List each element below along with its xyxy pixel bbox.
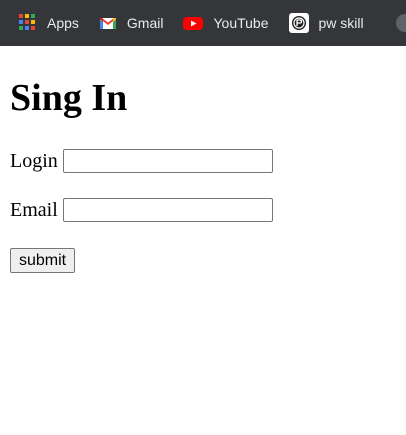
- overflow-bookmark-icon[interactable]: [396, 14, 406, 32]
- bookmark-apps[interactable]: Apps: [19, 9, 79, 37]
- apps-grid-icon: [19, 14, 37, 32]
- pw-skill-icon: [288, 13, 309, 33]
- page-content: Sing In Login Email submit: [0, 46, 406, 435]
- login-row: Login: [10, 148, 273, 174]
- email-input[interactable]: [62, 198, 273, 222]
- bookmarks-bar: Apps Gmail YouTube pw skill: [0, 0, 406, 46]
- email-row: Email: [10, 197, 273, 223]
- youtube-icon: [183, 14, 204, 32]
- bookmark-pw-skill[interactable]: pw skill: [288, 9, 364, 37]
- email-label: Email: [10, 199, 58, 221]
- page-title: Sing In: [10, 77, 128, 119]
- bookmark-label: Gmail: [126, 15, 164, 31]
- bookmark-label: Apps: [47, 15, 79, 31]
- submit-button[interactable]: submit: [10, 248, 76, 273]
- bookmark-gmail[interactable]: Gmail: [99, 9, 164, 37]
- bookmark-label: YouTube: [213, 15, 269, 31]
- gmail-icon: [99, 14, 117, 32]
- login-input[interactable]: [62, 149, 273, 173]
- bookmark-youtube[interactable]: YouTube: [183, 9, 269, 37]
- login-label: Login: [10, 150, 58, 172]
- bookmark-label: pw skill: [318, 15, 364, 31]
